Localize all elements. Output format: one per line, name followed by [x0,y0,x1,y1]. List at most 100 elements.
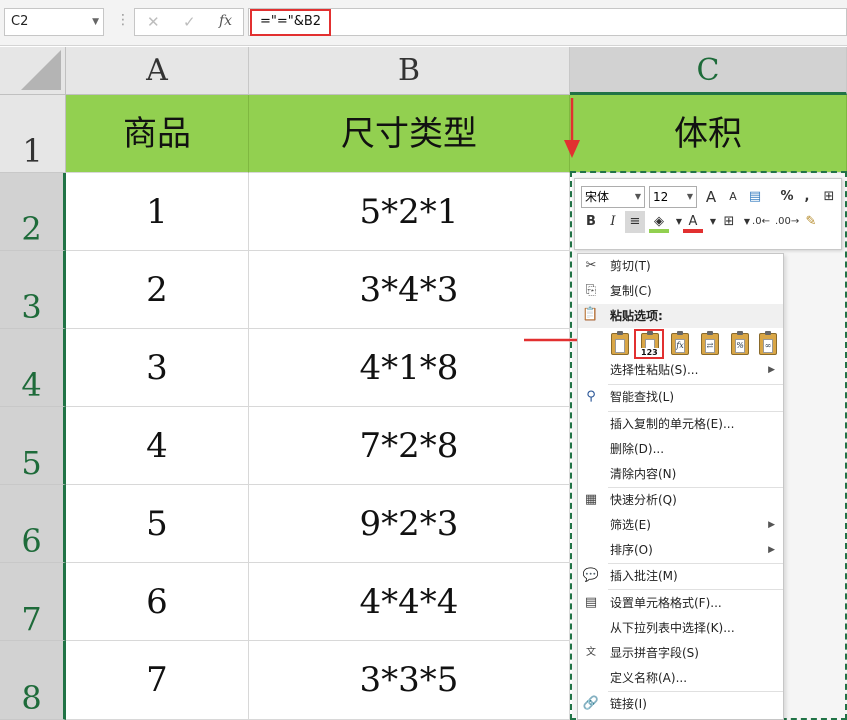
increase-decimal-icon[interactable]: .0← [751,211,771,233]
row-header-7[interactable]: 7 [0,563,66,641]
paste-link-button[interactable]: ∞ [756,331,782,357]
menu-item-delete[interactable]: 删除(D)... [578,437,783,462]
menu-item-paste-special[interactable]: 选择性粘贴(S)... ▶ [578,358,783,383]
cell-a1[interactable]: 商品 [66,95,249,173]
formula-input[interactable] [248,8,847,36]
select-all-corner[interactable] [0,47,66,95]
chevron-down-icon: ▼ [686,192,693,201]
menu-item-insert-copied[interactable]: 插入复制的单元格(E)... [578,412,783,437]
row-header-5[interactable]: 5 [0,407,66,485]
context-menu: ✂ 剪切(T) ⎘ 复制(C) 📋 粘贴选项: 123 fx ⇄ % ∞ 选择性粘贴(… [577,253,784,720]
format-painter-icon[interactable]: ✎ [801,211,821,233]
paste-formatting-icon: % [731,331,749,355]
comma-style-icon[interactable]: , [797,186,817,208]
cell-b4[interactable]: 4*1*8 [249,329,570,407]
enter-icon[interactable]: ✓ [183,13,196,31]
align-center-icon[interactable]: ≡ [625,211,645,233]
chevron-right-icon: ▶ [768,365,775,375]
font-color-icon[interactable]: A [683,211,703,233]
bold-icon[interactable]: B [581,211,601,233]
cell-b3[interactable]: 3*4*3 [249,251,570,329]
menu-item-filter[interactable]: 筛选(E) ▶ [578,513,783,538]
cancel-icon[interactable]: ✕ [147,13,160,31]
link-icon: 🔗 [582,696,600,711]
paste-transpose-icon: ⇄ [701,331,719,355]
annotation-down-arrow [564,98,580,158]
cell-b2[interactable]: 5*2*1 [249,173,570,251]
formula-bar-grip: ⋮ [116,12,130,28]
cell-a5[interactable]: 4 [66,407,249,485]
menu-item-cut[interactable]: ✂ 剪切(T) [578,254,783,279]
search-icon: ⚲ [586,389,596,404]
paste-transpose-button[interactable]: ⇄ [698,331,724,357]
cell-b7[interactable]: 4*4*4 [249,563,570,641]
cell-a7[interactable]: 6 [66,563,249,641]
column-header-a[interactable]: A [66,47,249,95]
grow-font-icon[interactable]: A [701,186,721,208]
paste-values-button[interactable]: 123 [634,329,664,359]
comment-icon: 💬 [582,568,600,583]
percent-style-icon[interactable]: % [777,186,797,208]
quick-analysis-icon: ▦ [584,492,598,507]
menu-item-sort[interactable]: 排序(O) ▶ [578,538,783,563]
cell-a2[interactable]: 1 [66,173,249,251]
chevron-down-icon: ▼ [634,192,641,201]
cell-b8[interactable]: 3*3*5 [249,641,570,720]
chevron-down-icon[interactable]: ▼ [92,9,99,35]
cell-a4[interactable]: 3 [66,329,249,407]
name-box[interactable]: C2 ▼ [4,8,104,36]
paste-formulas-button[interactable]: fx [668,331,694,357]
format-cells-icon: ▤ [584,595,598,610]
row-header-3[interactable]: 3 [0,251,66,329]
menu-item-smart-lookup[interactable]: ⚲ 智能查找(L) [578,385,783,410]
accounting-format-icon[interactable]: ▤ [745,186,765,208]
copy-icon: ⎘ [585,283,597,298]
row-header-8[interactable]: 8 [0,641,66,720]
cell-b1[interactable]: 尺寸类型 [249,95,570,173]
insert-function-icon[interactable]: fx [219,13,232,29]
paste-default-button[interactable] [608,331,634,357]
menu-item-phonetic[interactable]: 文显示拼音字段(S) [578,641,783,666]
scissors-icon: ✂ [585,258,597,273]
row-header-2[interactable]: 2 [0,173,66,251]
phonetic-icon: 文 [586,647,596,658]
decrease-decimal-icon[interactable]: .00→ [775,211,799,233]
chevron-right-icon: ▶ [768,545,775,555]
formula-text-highlight[interactable]: ="="&B2 [250,9,332,36]
menu-item-insert-comment[interactable]: 💬 插入批注(M) [578,564,783,589]
column-header-c[interactable]: C [570,47,847,95]
cell-b5[interactable]: 7*2*8 [249,407,570,485]
borders-icon[interactable]: ⊞ [719,211,739,233]
cell-a6[interactable]: 5 [66,485,249,563]
menu-item-define-name[interactable]: 定义名称(A)... [578,666,783,691]
cell-b6[interactable]: 9*2*3 [249,485,570,563]
menu-item-pick-from-list[interactable]: 从下拉列表中选择(K)... [578,616,783,641]
font-size-select[interactable]: 12 ▼ [649,186,697,208]
menu-separator [608,589,783,590]
format-painter-table-icon[interactable]: ⊞ [819,186,839,208]
shrink-font-icon[interactable]: A [723,186,743,208]
row-header-4[interactable]: 4 [0,329,66,407]
row-header-1[interactable]: 1 [0,95,66,173]
chevron-right-icon: ▶ [768,520,775,530]
column-header-b[interactable]: B [249,47,570,95]
menu-item-link[interactable]: 🔗 链接(I) [578,692,783,717]
formula-bar-buttons: ✕ ✓ fx [134,8,244,36]
paste-options-header: 📋 粘贴选项: [578,304,783,328]
mini-toolbar: 宋体 ▼ 12 ▼ A A ▤ % , ⊞ B I ≡ ◈ ▼ A ▼ ⊞ ▼ .0… [574,178,842,250]
menu-item-clear-contents[interactable]: 清除内容(N) [578,462,783,487]
cell-a3[interactable]: 2 [66,251,249,329]
menu-item-quick-analysis[interactable]: ▦ 快速分析(Q) [578,488,783,513]
cell-c1[interactable]: 体积 [570,95,847,173]
menu-item-format-cells[interactable]: ▤ 设置单元格格式(F)... [578,591,783,616]
paste-formulas-icon: fx [671,331,689,355]
menu-item-copy[interactable]: ⎘ 复制(C) [578,279,783,304]
paste-formatting-button[interactable]: % [728,331,754,357]
paste-link-icon: ∞ [759,331,777,355]
cell-a8[interactable]: 7 [66,641,249,720]
clipboard-icon: 📋 [582,307,599,322]
italic-icon[interactable]: I [603,211,623,233]
row-header-6[interactable]: 6 [0,485,66,563]
fill-color-icon[interactable]: ◈ [649,211,669,233]
font-name-select[interactable]: 宋体 ▼ [581,186,645,208]
